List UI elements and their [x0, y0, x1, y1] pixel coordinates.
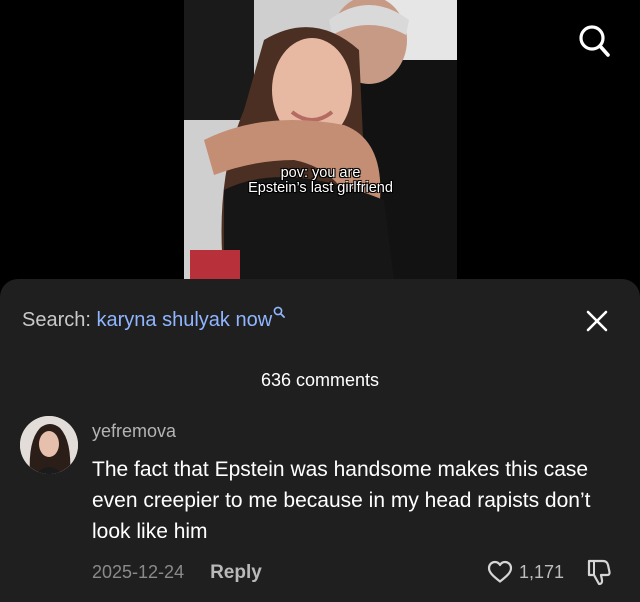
comments-sheet: Search: karyna shulyak now 636 comments … [0, 279, 640, 602]
video-scene-image [184, 0, 457, 279]
comment-text: The fact that Epstein was handsome makes… [92, 458, 591, 543]
like-count: 1,171 [519, 561, 565, 582]
search-icon[interactable] [575, 22, 613, 60]
search-icon [273, 300, 286, 318]
comments-count: 636 comments [260, 370, 380, 390]
avatar[interactable] [20, 416, 78, 474]
search-prefix-label: Search: [22, 309, 91, 331]
video-thumbnail[interactable]: pov: you are Epstein’s last girlfriend [184, 0, 457, 279]
close-icon[interactable] [585, 309, 609, 333]
heart-icon [487, 560, 513, 583]
comment-username[interactable]: yefremova [92, 421, 176, 442]
caption-line-2: Epstein’s last girlfriend [248, 180, 393, 196]
reply-button[interactable]: Reply [210, 562, 262, 583]
thumbs-down-icon[interactable] [583, 557, 613, 587]
caption-line-1: pov: you are [280, 165, 361, 181]
like-button[interactable]: 1,171 [487, 560, 564, 584]
related-search-row[interactable]: Search: karyna shulyak now [22, 306, 286, 332]
video-caption: pov: you are Epstein’s last girlfriend [184, 166, 457, 196]
related-search-link[interactable]: karyna shulyak now [97, 309, 273, 331]
comment-meta: 2025-12-24 Reply [92, 562, 262, 584]
video-player[interactable]: pov: you are Epstein’s last girlfriend [0, 0, 640, 282]
comment-date: 2025-12-24 [92, 562, 185, 582]
